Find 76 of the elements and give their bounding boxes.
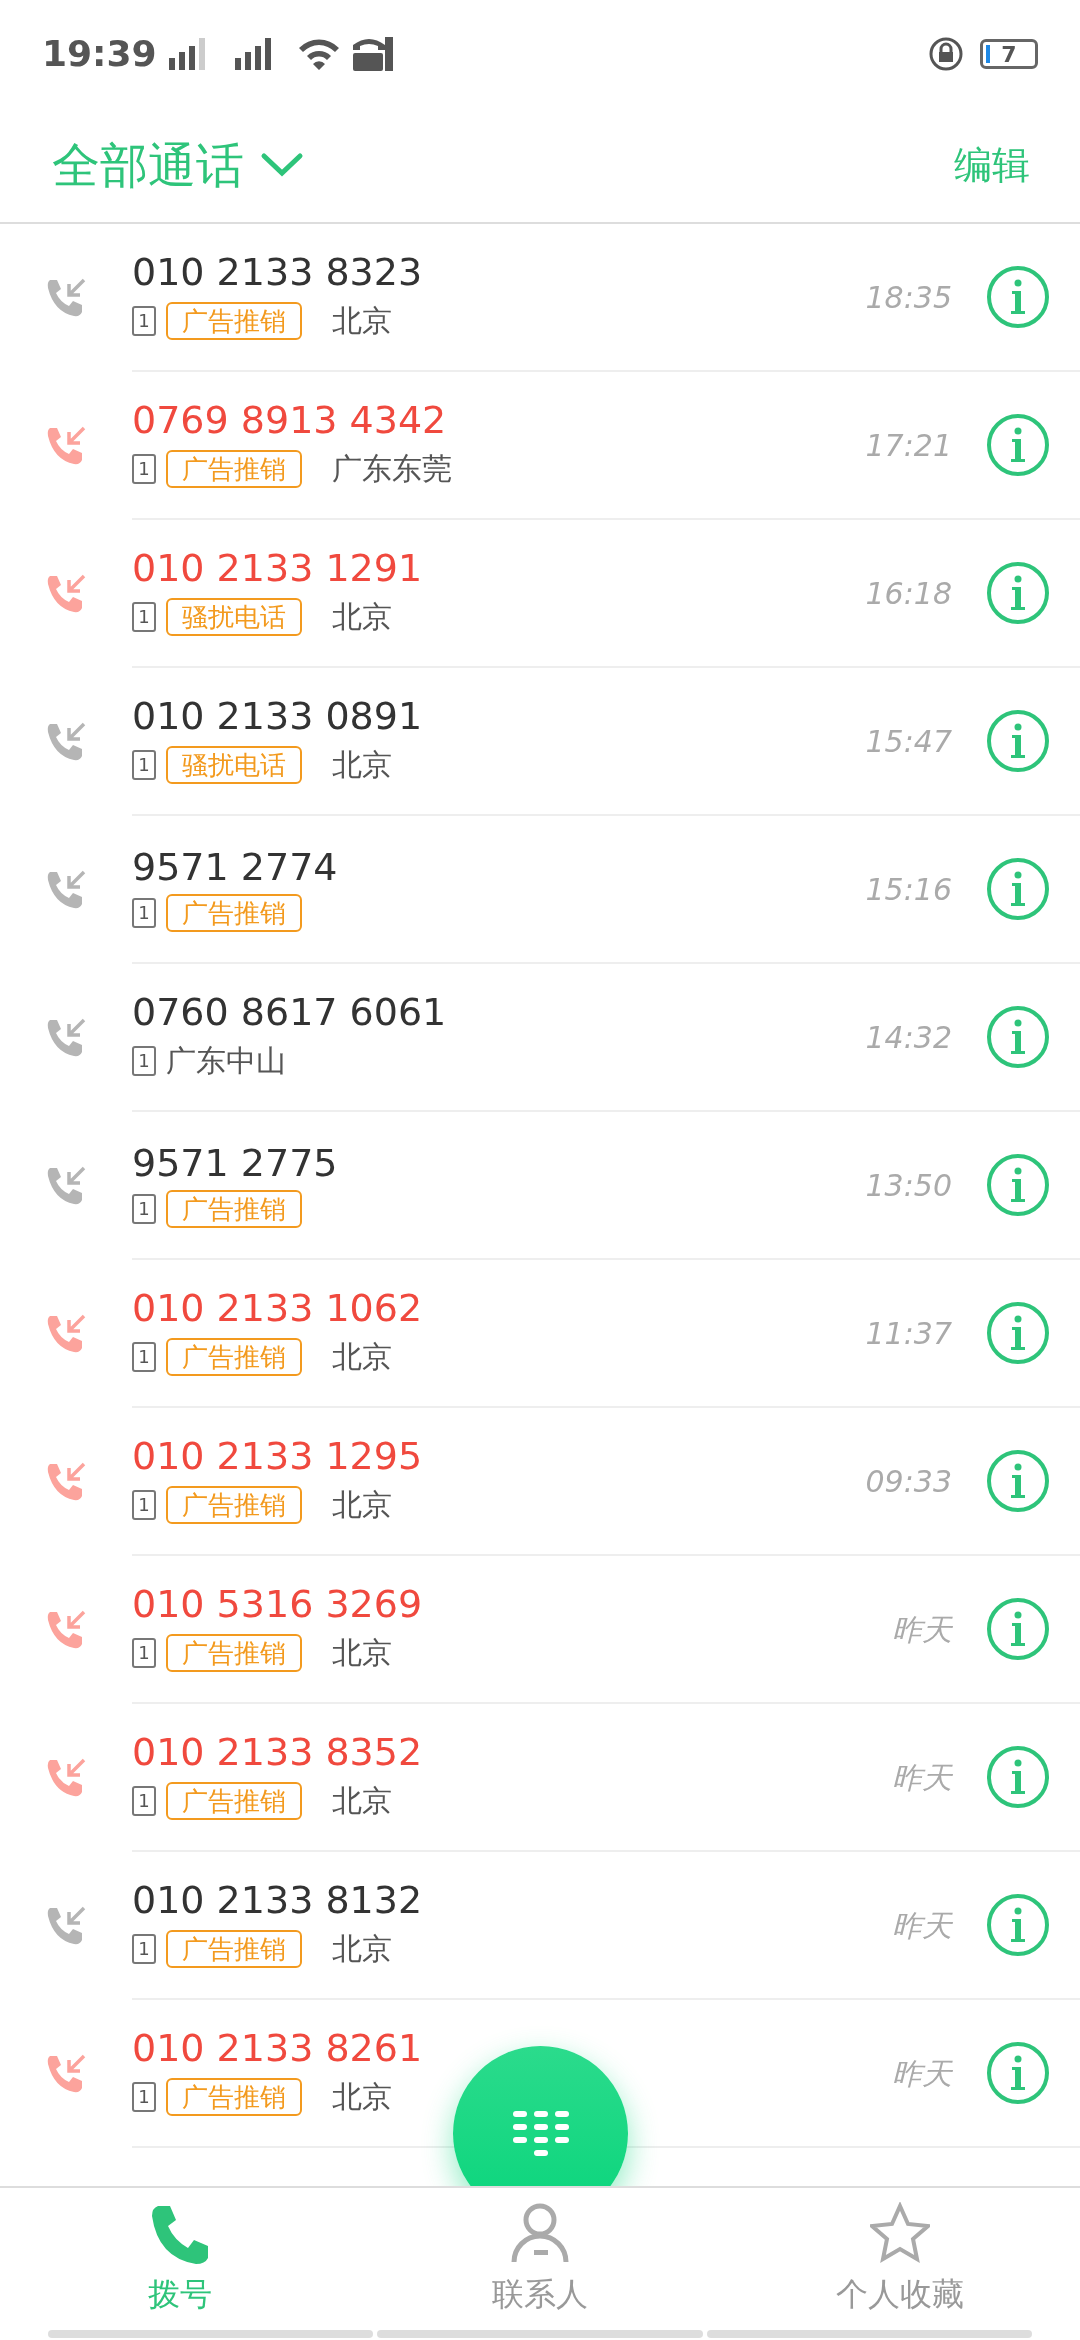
phone-number: 010 2133 8352 xyxy=(132,1730,424,1775)
spam-tag: 骚扰电话 xyxy=(166,745,302,784)
phone-number: 010 2133 1295 xyxy=(132,1434,424,1479)
phone-number: 010 5316 3269 xyxy=(132,1582,424,1627)
call-row[interactable]: 010 2133 8323 1 广告推销 北京 18:35 xyxy=(0,224,1080,372)
call-location: 北京 xyxy=(332,1782,392,1821)
call-time: 昨天 xyxy=(891,1758,952,1797)
sim-badge: 1 xyxy=(132,749,156,780)
sim-badge: 1 xyxy=(132,1933,156,1964)
spam-tag: 广告推销 xyxy=(166,893,302,932)
call-row[interactable]: 9571 2774 1 广告推销 15:16 xyxy=(0,816,1080,964)
call-location: 广东东莞 xyxy=(332,450,452,489)
phone-number: 9571 2774 xyxy=(132,846,339,890)
call-location: 北京 xyxy=(332,302,392,341)
sim-badge: 1 xyxy=(132,1489,156,1520)
call-row[interactable]: 010 5316 3269 1 广告推销 北京 昨天 xyxy=(0,1556,1080,1704)
call-time: 昨天 xyxy=(891,1610,952,1649)
call-time: 昨天 xyxy=(891,1906,952,1945)
spam-tag: 广告推销 xyxy=(166,1189,302,1228)
call-row[interactable]: 010 2133 1295 1 广告推销 北京 09:33 xyxy=(0,1408,1080,1556)
call-row[interactable]: 0760 8617 6061 1 广东中山 14:32 xyxy=(0,964,1080,1112)
call-time: 17:21 xyxy=(864,426,952,465)
phone-number: 010 2133 8323 xyxy=(132,250,424,295)
call-row[interactable]: 010 2133 1291 1 骚扰电话 北京 16:18 xyxy=(0,520,1080,668)
call-time: 18:35 xyxy=(864,278,952,317)
phone-number: 0769 8913 4342 xyxy=(132,398,448,443)
call-location: 北京 xyxy=(332,2078,392,2117)
phone-number: 010 2133 1291 xyxy=(132,546,424,591)
call-time: 15:47 xyxy=(864,722,952,761)
call-time: 13:50 xyxy=(864,1166,952,1205)
call-location: 北京 xyxy=(332,1930,392,1969)
call-location: 北京 xyxy=(332,598,392,637)
call-location: 广东中山 xyxy=(166,1042,286,1081)
battery-icon: 7 xyxy=(980,39,1038,69)
spam-tag: 广告推销 xyxy=(166,1929,302,1968)
sim-badge: 1 xyxy=(132,1637,156,1668)
sim-badge: 1 xyxy=(132,601,156,632)
sim-badge: 1 xyxy=(132,897,156,928)
sim-badge: 1 xyxy=(132,1045,156,1076)
call-location: 北京 xyxy=(332,1486,392,1525)
sim-badge: 1 xyxy=(132,453,156,484)
call-row[interactable]: 9571 2775 1 广告推销 13:50 xyxy=(0,1112,1080,1260)
call-row[interactable]: 010 2133 0891 1 骚扰电话 北京 15:47 xyxy=(0,668,1080,816)
spam-tag: 广告推销 xyxy=(166,1485,302,1524)
spam-tag: 广告推销 xyxy=(166,301,302,340)
phone-number: 0760 8617 6061 xyxy=(132,990,448,1035)
sim-badge: 1 xyxy=(132,1785,156,1816)
call-time: 09:33 xyxy=(864,1462,952,1501)
spam-tag: 广告推销 xyxy=(166,1633,302,1672)
phone-number: 010 2133 8132 xyxy=(132,1878,424,1923)
spam-tag: 广告推销 xyxy=(166,1781,302,1820)
call-row[interactable]: 010 2133 8132 1 广告推销 北京 昨天 xyxy=(0,1852,1080,2000)
call-row[interactable]: 010 2133 1062 1 广告推销 北京 11:37 xyxy=(0,1260,1080,1408)
spam-tag: 广告推销 xyxy=(166,1337,302,1376)
spam-tag: 骚扰电话 xyxy=(166,597,302,636)
phone-number: 010 2133 1062 xyxy=(132,1286,424,1331)
sim-badge: 1 xyxy=(132,305,156,336)
call-location: 北京 xyxy=(332,1634,392,1673)
call-row[interactable]: 0769 8913 4342 1 广告推销 广东东莞 17:21 xyxy=(0,372,1080,520)
phone-number: 010 2133 0891 xyxy=(132,694,424,739)
call-time: 昨天 xyxy=(891,2054,952,2093)
call-time: 11:37 xyxy=(864,1314,952,1353)
phone-number: 010 2133 8261 xyxy=(132,2026,424,2071)
call-time: 15:16 xyxy=(864,870,952,909)
phone-number: 9571 2775 xyxy=(132,1142,339,1186)
call-time: 14:32 xyxy=(864,1018,952,1057)
spam-tag: 广告推销 xyxy=(166,2077,302,2116)
call-time: 16:18 xyxy=(864,574,952,613)
sim-badge: 1 xyxy=(132,1193,156,1224)
call-row[interactable]: 010 2133 8352 1 广告推销 北京 昨天 xyxy=(0,1704,1080,1852)
sim-badge: 1 xyxy=(132,1341,156,1372)
call-location: 北京 xyxy=(332,746,392,785)
sim-badge: 1 xyxy=(132,2081,156,2112)
status-time: 19:39 xyxy=(42,32,157,76)
spam-tag: 广告推销 xyxy=(166,449,302,488)
call-location: 北京 xyxy=(332,1338,392,1377)
